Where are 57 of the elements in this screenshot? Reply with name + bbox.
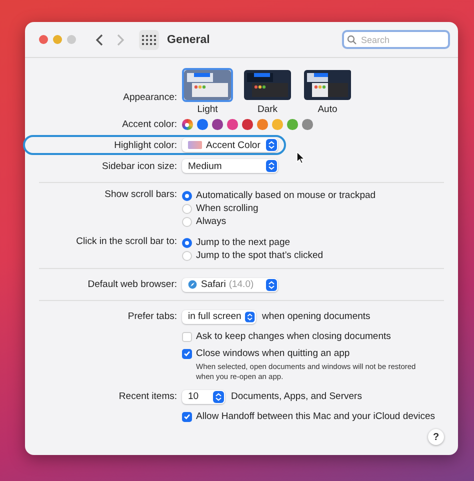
help-button[interactable]: ? bbox=[428, 429, 444, 445]
color-swatch[interactable] bbox=[227, 119, 238, 130]
chevron-up-down-icon bbox=[266, 278, 277, 290]
color-swatch[interactable] bbox=[242, 119, 252, 130]
checkbox-label: Ask to keep changes when closing documents bbox=[196, 331, 391, 342]
option-label: Always bbox=[196, 216, 226, 227]
checkbox-label: Allow Handoff between this Mac and your iCloud devices bbox=[196, 411, 436, 422]
checkbox[interactable] bbox=[182, 412, 192, 422]
multicolor-swatch[interactable] bbox=[182, 119, 192, 130]
chevron-up-down-icon bbox=[213, 390, 224, 402]
color-swatch[interactable] bbox=[257, 119, 268, 130]
option-label: Automatically based on mouse or trackpad bbox=[196, 190, 376, 201]
back-icon[interactable] bbox=[95, 32, 105, 46]
recent-items-popup[interactable]: 10 bbox=[182, 390, 225, 404]
compass-icon bbox=[188, 280, 197, 289]
pointer-icon bbox=[296, 151, 305, 164]
color-swatch[interactable] bbox=[287, 119, 298, 130]
color-swatch[interactable] bbox=[197, 119, 208, 130]
option-label: Jump to the next page bbox=[196, 237, 290, 248]
prefer-tabs-label: Prefer tabs: bbox=[126, 311, 178, 322]
chevron-up-down-icon bbox=[245, 310, 255, 322]
recent-items-label: Recent items: bbox=[118, 391, 178, 402]
appearance-label: Appearance: bbox=[122, 92, 178, 103]
scroll-bars-label: Show scroll bars: bbox=[104, 189, 178, 200]
light-theme-thumbnail[interactable] bbox=[182, 68, 233, 102]
sidebar-icon-size-popup[interactable]: Medium bbox=[182, 159, 278, 173]
checkbox-label: Close windows when quitting an app bbox=[196, 348, 350, 359]
color-swatch[interactable] bbox=[272, 119, 282, 130]
sidebar-icon-size-label: Sidebar icon size: bbox=[101, 160, 178, 172]
checkbox[interactable] bbox=[182, 348, 192, 358]
prefer-tabs-popup[interactable]: in full screen bbox=[182, 310, 256, 324]
search-field[interactable]: Search bbox=[342, 30, 450, 49]
dark-theme-thumbnail[interactable] bbox=[242, 68, 293, 102]
color-swatch[interactable] bbox=[302, 119, 312, 130]
web-browser-label: Default web browser: bbox=[86, 279, 178, 290]
auto-theme-thumbnail[interactable] bbox=[302, 68, 353, 102]
option-label: When scrolling bbox=[196, 203, 258, 214]
highlight-color-label: Highlight color: bbox=[113, 140, 178, 150]
color-swatch[interactable] bbox=[212, 119, 222, 130]
theme-label: Dark bbox=[257, 104, 278, 115]
prefer-tabs-suffix: when opening documents bbox=[262, 311, 370, 322]
web-browser-popup[interactable]: Safari (14.0) bbox=[182, 278, 278, 292]
radio-button[interactable] bbox=[182, 238, 192, 248]
close-button[interactable] bbox=[39, 35, 48, 44]
theme-label: Light bbox=[197, 104, 218, 115]
accent-color-label: Accent color: bbox=[121, 119, 178, 130]
search-icon bbox=[347, 34, 357, 44]
highlight-color-popup[interactable]: Accent Color bbox=[182, 138, 278, 152]
grid-icon[interactable] bbox=[139, 30, 159, 50]
theme-label: Auto bbox=[318, 104, 338, 115]
radio-button[interactable] bbox=[182, 190, 192, 200]
window-title: General bbox=[167, 34, 210, 46]
chevron-up-down-icon bbox=[266, 139, 277, 151]
click-scroll-label: Click in the scroll bar to: bbox=[75, 236, 178, 247]
chevron-up-down-icon bbox=[266, 160, 277, 172]
option-label: Jump to the spot that’s clicked bbox=[196, 250, 324, 261]
recent-items-suffix: Documents, Apps, and Servers bbox=[231, 391, 362, 402]
